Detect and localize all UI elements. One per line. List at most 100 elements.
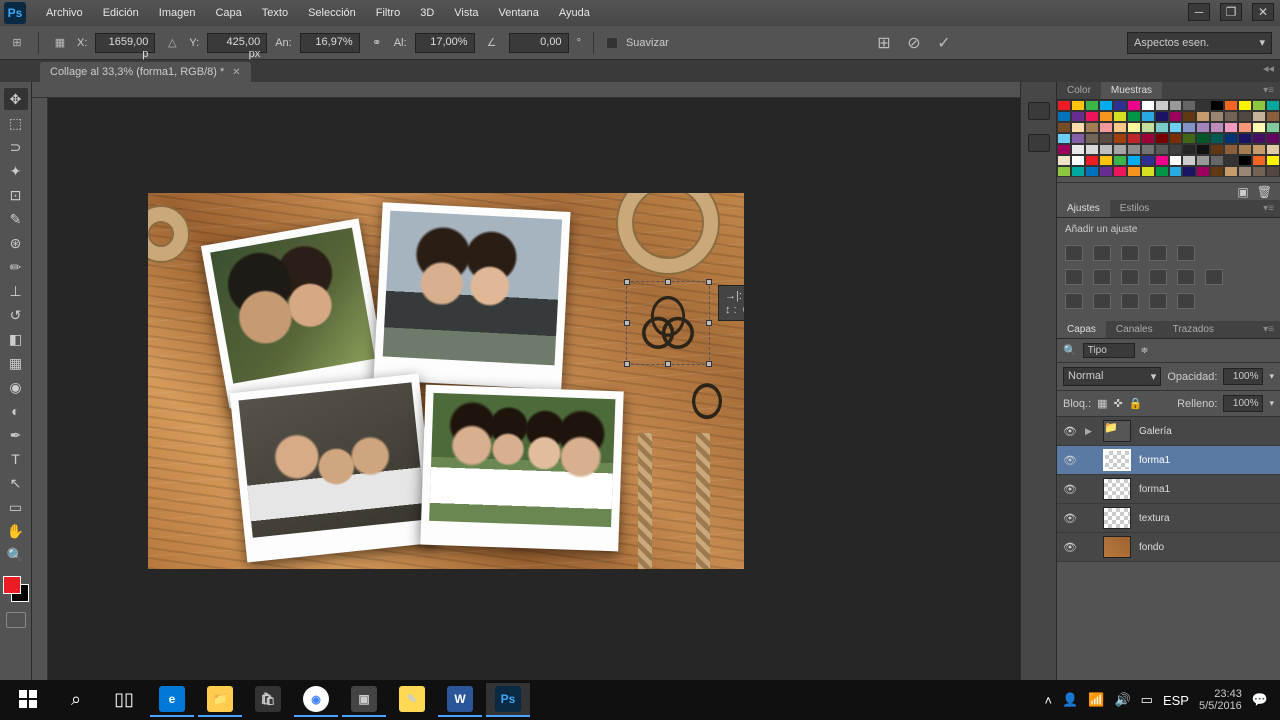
swatch[interactable] <box>1127 144 1141 155</box>
link-xy-icon[interactable]: △ <box>163 34 181 52</box>
x-field[interactable]: 1659,00 p <box>95 33 155 53</box>
swatch[interactable] <box>1238 166 1252 177</box>
swatch[interactable] <box>1127 155 1141 166</box>
start-button[interactable] <box>6 683 50 717</box>
swatch[interactable] <box>1169 122 1183 133</box>
menu-imagen[interactable]: Imagen <box>149 3 206 23</box>
opacity-field[interactable]: 100% <box>1223 368 1263 385</box>
swatch[interactable] <box>1099 144 1113 155</box>
search-button[interactable]: ⌕ <box>54 683 98 717</box>
swatch[interactable] <box>1169 144 1183 155</box>
tray-clock[interactable]: 23:43 5/5/2016 <box>1199 688 1242 712</box>
gradient-tool[interactable]: ▦ <box>4 352 28 374</box>
swatch[interactable] <box>1266 111 1280 122</box>
adj-vibrance[interactable] <box>1177 245 1195 261</box>
suavizar-check[interactable] <box>606 37 618 49</box>
swatch[interactable] <box>1113 144 1127 155</box>
new-swatch-icon[interactable]: ▣ <box>1237 185 1248 199</box>
adj-hue[interactable] <box>1065 269 1083 285</box>
tab-layers[interactable]: Capas <box>1057 321 1106 338</box>
crop-tool[interactable]: ⊡ <box>4 184 28 206</box>
explorer-app[interactable]: 📁 <box>198 683 242 717</box>
tray-network-icon[interactable]: 📶 <box>1088 692 1104 708</box>
menu-seleccion[interactable]: Selección <box>298 3 366 23</box>
swatch[interactable] <box>1071 100 1085 111</box>
eyedropper-tool[interactable]: ✎ <box>4 208 28 230</box>
swatch[interactable] <box>1113 166 1127 177</box>
photoshop-app[interactable]: Ps <box>486 683 530 717</box>
path-tool[interactable]: ↖ <box>4 472 28 494</box>
layer-name[interactable]: Galería <box>1139 426 1172 437</box>
adj-channel-mixer[interactable] <box>1177 269 1195 285</box>
pen-tool[interactable]: ✒ <box>4 424 28 446</box>
swatch[interactable] <box>1085 100 1099 111</box>
swatch[interactable] <box>1182 133 1196 144</box>
brush-tool[interactable]: ✏ <box>4 256 28 278</box>
swatch[interactable] <box>1155 133 1169 144</box>
swatch[interactable] <box>1141 122 1155 133</box>
swatch[interactable] <box>1141 166 1155 177</box>
swatch[interactable] <box>1210 155 1224 166</box>
edge-app[interactable]: e <box>150 683 194 717</box>
swatch[interactable] <box>1224 133 1238 144</box>
swatch[interactable] <box>1169 133 1183 144</box>
adj-posterize[interactable] <box>1093 293 1111 309</box>
swatch[interactable] <box>1127 100 1141 111</box>
layer-name[interactable]: forma1 <box>1139 484 1170 495</box>
menu-ayuda[interactable]: Ayuda <box>549 3 600 23</box>
swatch[interactable] <box>1141 100 1155 111</box>
swatch[interactable] <box>1099 111 1113 122</box>
swatch[interactable] <box>1182 166 1196 177</box>
swatch[interactable] <box>1099 122 1113 133</box>
layer-name[interactable]: forma1 <box>1139 455 1170 466</box>
visibility-icon[interactable]: 👁 <box>1063 540 1077 554</box>
swatch[interactable] <box>1252 111 1266 122</box>
swatch[interactable] <box>1169 100 1183 111</box>
w-field[interactable]: 16,97% <box>300 33 360 53</box>
tray-notifications-icon[interactable]: 💬 <box>1252 692 1268 708</box>
swatch[interactable] <box>1224 100 1238 111</box>
adj-brightness[interactable] <box>1065 245 1083 261</box>
visibility-icon[interactable]: 👁 <box>1063 453 1077 467</box>
swatch[interactable] <box>1210 144 1224 155</box>
swatch[interactable] <box>1224 155 1238 166</box>
swatch[interactable] <box>1071 111 1085 122</box>
swatch[interactable] <box>1155 100 1169 111</box>
swatch[interactable] <box>1155 144 1169 155</box>
lock-position-icon[interactable]: ✜ <box>1114 397 1123 410</box>
filter-pixel-icon[interactable] <box>1154 344 1170 358</box>
swatch[interactable] <box>1182 144 1196 155</box>
adj-balance[interactable] <box>1093 269 1111 285</box>
swatch[interactable] <box>1085 133 1099 144</box>
menu-filtro[interactable]: Filtro <box>366 3 410 23</box>
swatch[interactable] <box>1099 166 1113 177</box>
swatch[interactable] <box>1141 111 1155 122</box>
cancel-transform-icon[interactable]: ⊘ <box>905 34 923 52</box>
menu-edicion[interactable]: Edición <box>93 3 149 23</box>
swatch[interactable] <box>1182 111 1196 122</box>
chrome-app[interactable]: ◉ <box>294 683 338 717</box>
layer-row[interactable]: 👁forma1 <box>1057 475 1280 504</box>
swatch[interactable] <box>1127 111 1141 122</box>
tab-styles[interactable]: Estilos <box>1110 200 1159 217</box>
menu-3d[interactable]: 3D <box>410 3 444 23</box>
history-brush-tool[interactable]: ↺ <box>4 304 28 326</box>
tab-paths[interactable]: Trazados <box>1163 321 1224 338</box>
swatch[interactable] <box>1196 122 1210 133</box>
swatch[interactable] <box>1085 144 1099 155</box>
workspace-dropdown[interactable]: Aspectos esen.▾ <box>1127 32 1272 54</box>
swatch[interactable] <box>1071 122 1085 133</box>
tray-people-icon[interactable]: 👤 <box>1062 692 1078 708</box>
swatch[interactable] <box>1238 144 1252 155</box>
wand-tool[interactable]: ✦ <box>4 160 28 182</box>
swatch[interactable] <box>1057 100 1071 111</box>
adj-exposure[interactable] <box>1149 245 1167 261</box>
swatch[interactable] <box>1113 133 1127 144</box>
marquee-tool[interactable]: ⬚ <box>4 112 28 134</box>
swatch[interactable] <box>1210 133 1224 144</box>
filter-adjust-icon[interactable] <box>1176 344 1192 358</box>
swatch[interactable] <box>1266 144 1280 155</box>
swatch[interactable] <box>1266 166 1280 177</box>
adj-bw[interactable] <box>1121 269 1139 285</box>
menu-archivo[interactable]: Archivo <box>36 3 93 23</box>
